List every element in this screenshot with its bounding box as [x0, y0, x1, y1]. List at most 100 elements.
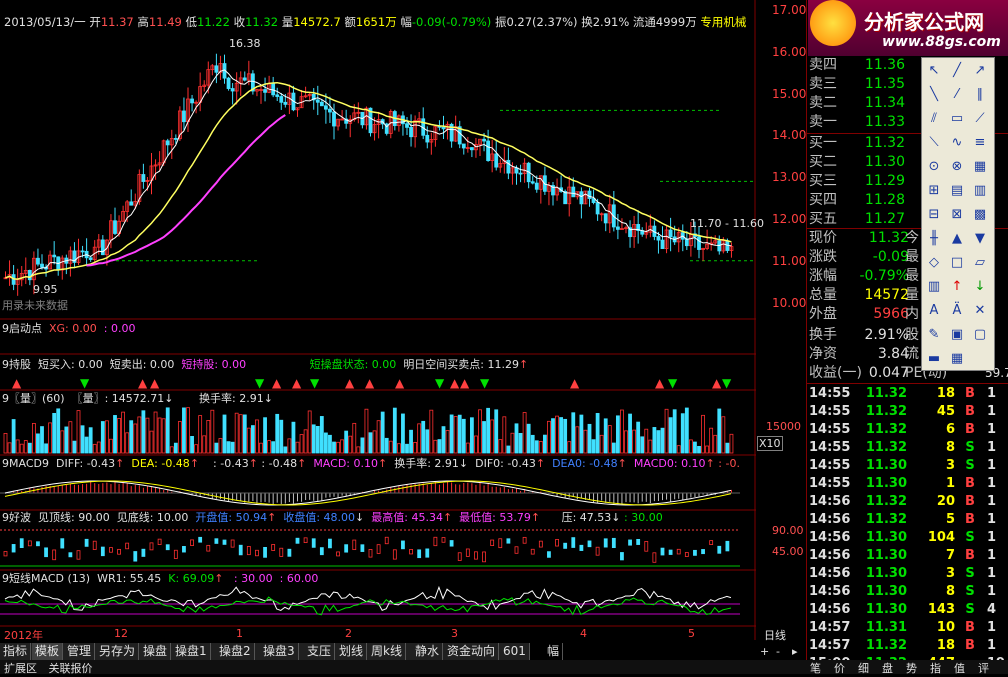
indicator-tab[interactable]: 周k线 [368, 643, 406, 660]
related-quote-tab[interactable]: 关联报价 [49, 662, 93, 675]
tick-side: S [965, 566, 975, 581]
indicator-tab[interactable]: 支压 [304, 643, 336, 660]
draw-tool-icon[interactable]: ✕ [970, 301, 990, 321]
bid-price: 11.27 [864, 211, 905, 227]
draw-tool-icon[interactable]: ▥ [970, 181, 990, 201]
volume-bar [498, 439, 503, 454]
draw-tool-icon[interactable]: ▭ [947, 109, 967, 129]
panel-haobo[interactable]: 9好波 见顶线: 90.00 见底线: 10.00 开盘值: 50.94↑ 收盘… [2, 509, 663, 527]
dea0-value: DEA0: -0.48 [552, 457, 618, 470]
draw-tool-icon[interactable]: ↖ [924, 61, 944, 81]
panel-qidongdian[interactable]: 9启动点 XG: 0.00 : 0.00 [2, 320, 135, 338]
draw-tool-icon[interactable]: ⊟ [924, 205, 944, 225]
volume-bar [36, 433, 40, 454]
panel-chigu[interactable]: 9持股 短买入: 0.00 短卖出: 0.00 短持股: 0.00 短操盘状态:… [2, 356, 528, 374]
panel-macd[interactable]: 9MACD9 DIFF: -0.43↑ DEA: -0.48↑ : -0.43↑… [2, 455, 740, 473]
volume-bar [283, 446, 288, 454]
draw-tool-icon[interactable]: ⫽ [924, 109, 944, 129]
draw-tool-icon[interactable]: ╱ [947, 61, 967, 81]
panel-short-macd[interactable]: 9短线MACD (13) WR1: 55.45 K: 69.09↑ : 30.0… [2, 570, 318, 588]
tick-volume: 1 [945, 476, 955, 491]
candle-body [603, 213, 608, 224]
draw-tool-icon[interactable]: ↗ [970, 61, 990, 81]
indicator-tab[interactable]: 另存为 [96, 643, 140, 660]
panel-volume[interactable]: 9〖量〗(60) 〖量〗: 14572.71↓ 换手率: 2.91↓ [2, 390, 273, 408]
draw-tool-icon[interactable]: ▬ [924, 349, 944, 369]
time-tick: 4 [580, 627, 587, 640]
draw-tool-icon[interactable]: ◇ [924, 253, 944, 273]
draw-tool-icon[interactable]: ⊗ [947, 157, 967, 177]
zoom-out-button[interactable]: - [776, 645, 780, 658]
volume-bar [104, 420, 109, 454]
extension-tab[interactable]: 扩展区 [4, 662, 37, 675]
indicator-tab[interactable]: 划线 [336, 643, 368, 660]
period-label[interactable]: 日线 [764, 627, 786, 643]
tick-row: 14:55 11.32 18 B 1 [807, 385, 1008, 403]
draw-tool-icon[interactable]: A [924, 301, 944, 321]
drawing-toolbox[interactable]: ↖ ╱ ↗ ╲ ⁄ ∥ ⫽ ▭ ⟋ ⟍ ∿ ≡ ⊙ ⊗ ▦ ⊞ ▤ ▥ ⊟ ⊠ ▩ ╫ ▲ ▼ ◇ □ ▱ ▥ ↑ ↓ A Ä ✕ ✎ ▣ ▢ ▬ ▦ [921, 57, 995, 371]
draw-tool-icon[interactable]: ▱ [970, 253, 990, 273]
draw-tool-icon[interactable]: ▦ [970, 157, 990, 177]
volume-bar [615, 415, 620, 454]
draw-tool-icon[interactable]: ⊙ [924, 157, 944, 177]
draw-tool-icon[interactable]: ▥ [924, 277, 944, 297]
draw-tool-icon[interactable]: ▦ [947, 349, 967, 369]
tick-time: 14:55 [809, 440, 851, 455]
haobo-bar [336, 551, 340, 557]
draw-tool-icon[interactable]: □ [947, 253, 967, 273]
draw-tool-icon[interactable]: ▼ [970, 229, 990, 249]
draw-tool-icon[interactable]: ▢ [970, 325, 990, 345]
draw-tool-icon[interactable]: ✎ [924, 325, 944, 345]
draw-tool-icon[interactable]: ↑ [947, 277, 967, 297]
haobo-bar [506, 538, 511, 544]
price-tick: 14.00 [772, 128, 807, 143]
scroll-button[interactable]: ▸ [792, 645, 798, 658]
draw-tool-icon[interactable]: ⁄ [947, 85, 967, 105]
candle-body [494, 153, 499, 168]
tick-count: 1 [987, 530, 997, 545]
draw-tool-icon[interactable]: ⊞ [924, 181, 944, 201]
sell-arrow-icon: ▼ [80, 376, 90, 390]
draw-tool-icon[interactable]: ≡ [970, 133, 990, 153]
indicator-tab[interactable]: 模板 [32, 643, 64, 660]
draw-tool-icon[interactable]: ╫ [924, 229, 944, 249]
draw-tool-icon[interactable]: ╲ [924, 85, 944, 105]
bid-price: 11.28 [864, 192, 905, 208]
draw-tool-icon[interactable]: ∥ [970, 85, 990, 105]
indicator-tab[interactable]: 操盘3 [260, 643, 299, 660]
indicator-tab[interactable]: 操盘 [140, 643, 172, 660]
draw-tool-icon[interactable]: ∿ [947, 133, 967, 153]
indicator-tab[interactable]: 静水 [412, 643, 444, 660]
draw-tool-icon[interactable]: ⊠ [947, 205, 967, 225]
volume-bar [109, 438, 113, 454]
indicator-tab[interactable]: 资金动向 [444, 643, 500, 660]
tick-volume: 10 [936, 620, 955, 635]
candle-body [52, 254, 57, 258]
draw-tool-icon[interactable]: ▲ [947, 229, 967, 249]
draw-tool-icon[interactable]: Ä [947, 301, 967, 321]
volume-bar [19, 443, 24, 454]
draw-tool-icon[interactable]: ↓ [970, 277, 990, 297]
float-value: 4999万 [655, 15, 697, 29]
indicator-tab[interactable]: 操盘1 [172, 643, 211, 660]
haobo-bar [149, 542, 154, 551]
sector-label: 专用机械 [700, 15, 747, 29]
draw-tool-icon[interactable]: ⟋ [970, 109, 990, 129]
indicator-tab[interactable]: 幅度 [544, 643, 564, 675]
indicator-tab[interactable]: 操盘2 [216, 643, 255, 660]
indicator-tab[interactable]: 601 [500, 643, 530, 660]
xg-value: XG: 0.00 [49, 322, 97, 335]
indicator-tab[interactable]: 指标 [0, 643, 32, 660]
tick-volume: 45 [936, 404, 955, 419]
buy-arrow-icon: ▲ [150, 376, 160, 390]
draw-tool-icon[interactable]: ▣ [947, 325, 967, 345]
zoom-in-button[interactable]: + [760, 645, 769, 658]
draw-tool-icon[interactable]: ⟍ [924, 133, 944, 153]
candle-body [100, 239, 105, 256]
candle-body [425, 134, 430, 143]
draw-tool-icon[interactable]: ▩ [970, 205, 990, 225]
draw-tool-icon[interactable]: ▤ [947, 181, 967, 201]
indicator-tab[interactable]: 管理 [64, 643, 96, 660]
tick-count: 1 [987, 422, 997, 437]
candle-body [80, 250, 85, 253]
